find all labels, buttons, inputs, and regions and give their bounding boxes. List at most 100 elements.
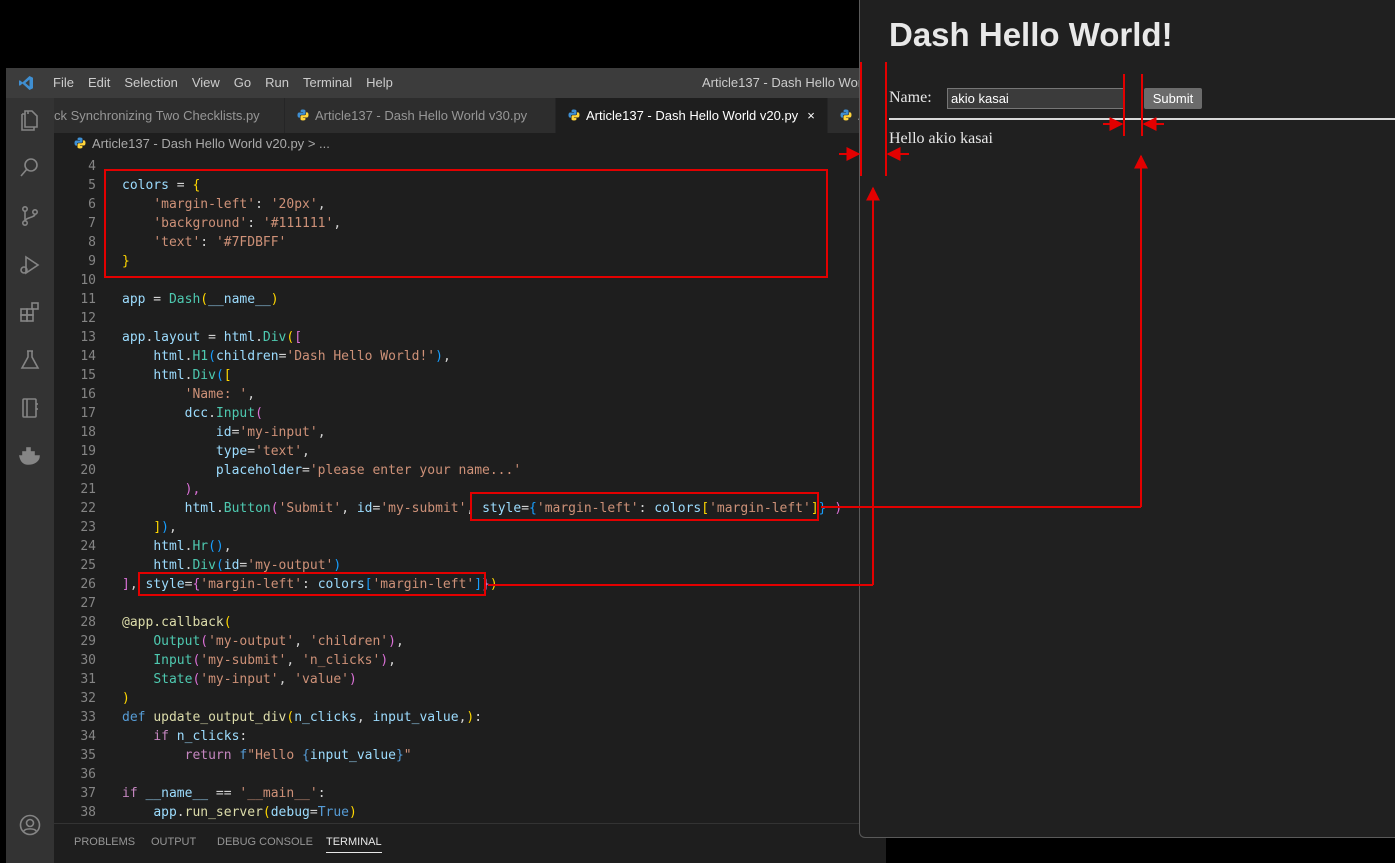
line-number: 7 xyxy=(88,216,96,231)
line-number: 8 xyxy=(88,235,96,250)
line-number: 38 xyxy=(80,805,96,820)
code-token: ) xyxy=(435,349,443,364)
code-token: [ xyxy=(223,368,232,383)
code-line[interactable]: 20 placeholder='please enter your name..… xyxy=(54,461,886,480)
code-token: State xyxy=(153,672,193,687)
submit-button[interactable]: Submit xyxy=(1144,88,1202,109)
code-line[interactable]: 18 id='my-input', xyxy=(54,423,886,442)
breadcrumb-file[interactable]: Article137 - Dash Hello World v20.py xyxy=(92,136,304,151)
line-number: 22 xyxy=(80,501,96,516)
code-line[interactable]: 19 type='text', xyxy=(54,442,886,461)
tab-problems[interactable]: PROBLEMS xyxy=(74,836,135,848)
code-line[interactable]: 36 xyxy=(54,765,886,784)
code-token: [ xyxy=(294,330,303,345)
code-token: html xyxy=(153,558,185,573)
code-line[interactable]: 38 app.run_server(debug=True) xyxy=(54,803,886,822)
menu-file[interactable]: File xyxy=(46,68,81,98)
button-style-highlight-box xyxy=(470,492,819,521)
code-line[interactable]: 33 def update_output_div(n_clicks, input_… xyxy=(54,708,886,727)
source-control-icon[interactable] xyxy=(18,204,42,228)
code-token: . xyxy=(215,501,224,516)
code-line[interactable]: 29 Output('my-output', 'children'), xyxy=(54,632,886,651)
code-token: ) xyxy=(333,558,342,573)
line-number: 19 xyxy=(80,444,96,459)
code-token: = xyxy=(302,463,310,478)
menu-view[interactable]: View xyxy=(185,68,227,98)
extensions-icon[interactable] xyxy=(18,300,42,324)
testing-icon[interactable] xyxy=(18,348,42,372)
code-line[interactable]: 15 html.Div([ xyxy=(54,366,886,385)
code-line[interactable]: 37 if __name__ == '__main__': xyxy=(54,784,886,803)
tab-debug-console[interactable]: DEBUG CONSOLE xyxy=(217,836,313,848)
code-line[interactable]: 14 html.H1(children='Dash Hello World!')… xyxy=(54,347,886,366)
docker-icon[interactable] xyxy=(18,444,42,468)
code-text: Input('my-submit', 'n_clicks'), xyxy=(122,651,396,670)
python-file-icon xyxy=(297,99,309,121)
tab-hello-world-v20[interactable]: Article137 - Dash Hello World v20.py × xyxy=(556,98,828,133)
code-token: '__main__' xyxy=(239,786,318,801)
code-token: return xyxy=(184,748,232,763)
account-icon[interactable] xyxy=(18,813,42,837)
code-text: app.layout = html.Div([ xyxy=(122,328,302,347)
code-line[interactable]: 30 Input('my-submit', 'n_clicks'), xyxy=(54,651,886,670)
code-line[interactable]: 16 'Name: ', xyxy=(54,385,886,404)
code-token: , xyxy=(168,520,177,535)
notebook-icon[interactable] xyxy=(18,396,42,420)
search-icon[interactable] xyxy=(18,155,42,179)
code-token: : xyxy=(317,786,326,801)
tab-hello-world-v30[interactable]: Article137 - Dash Hello World v30.py xyxy=(285,98,556,133)
code-line[interactable]: 13 app.layout = html.Div([ xyxy=(54,328,886,347)
menu-edit[interactable]: Edit xyxy=(81,68,117,98)
code-token: ), xyxy=(184,482,201,497)
tab-synchronizing-checklists[interactable]: ck Synchronizing Two Checklists.py xyxy=(54,98,285,133)
menu-selection[interactable]: Selection xyxy=(117,68,184,98)
code-token: app xyxy=(122,292,146,307)
code-line[interactable]: 11 app = Dash(__name__) xyxy=(54,290,886,309)
code-text: if n_clicks: xyxy=(122,727,247,746)
code-token: ( xyxy=(200,634,209,649)
code-token: True xyxy=(317,805,350,820)
code-token: , xyxy=(388,653,396,668)
line-number: 16 xyxy=(80,387,96,402)
breadcrumb-rest[interactable]: > ... xyxy=(308,136,330,151)
code-token: html xyxy=(153,539,185,554)
tab-terminal[interactable]: TERMINAL xyxy=(326,836,382,853)
code-line[interactable]: 32) xyxy=(54,689,886,708)
code-line[interactable]: 34 if n_clicks: xyxy=(54,727,886,746)
name-input[interactable]: akio kasai xyxy=(947,88,1124,109)
code-line[interactable]: 27 xyxy=(54,594,886,613)
code-line[interactable]: 31 State('my-input', 'value') xyxy=(54,670,886,689)
code-token: id xyxy=(356,501,373,516)
code-line[interactable]: 28 @app.callback( xyxy=(54,613,886,632)
menu-go[interactable]: Go xyxy=(227,68,258,98)
code-line[interactable]: 17 dcc.Input( xyxy=(54,404,886,423)
breadcrumb: Article137 - Dash Hello World v20.py > .… xyxy=(54,133,886,155)
tab-output[interactable]: OUTPUT xyxy=(151,836,196,848)
menu-help[interactable]: Help xyxy=(359,68,400,98)
code-token: @app.callback xyxy=(122,615,224,630)
code-text: app = Dash(__name__) xyxy=(122,290,279,309)
code-token: . xyxy=(176,805,185,820)
code-token: 'Submit' xyxy=(278,501,342,516)
code-line[interactable]: 24 html.Hr(), xyxy=(54,537,886,556)
tab-close-icon[interactable]: × xyxy=(807,108,815,123)
code-token: __name__ xyxy=(208,292,271,307)
horizontal-rule xyxy=(889,118,1395,120)
code-token: 'please enter your name...' xyxy=(309,463,522,478)
explorer-icon[interactable] xyxy=(18,108,42,132)
code-token: ( xyxy=(223,615,232,630)
code-line[interactable]: 35 return f"Hello {input_value}" xyxy=(54,746,886,765)
menu-run[interactable]: Run xyxy=(258,68,296,98)
code-line[interactable]: 12 xyxy=(54,309,886,328)
menu-terminal[interactable]: Terminal xyxy=(296,68,359,98)
code-token: Input xyxy=(153,653,193,668)
code-text: html.Hr(), xyxy=(122,537,231,556)
run-debug-icon[interactable] xyxy=(18,253,42,277)
tab-label: Article137 - Dash Hello World v20.py xyxy=(586,108,799,123)
code-token: ) xyxy=(122,691,130,706)
code-token: , xyxy=(286,653,303,668)
code-token: ( xyxy=(215,368,224,383)
